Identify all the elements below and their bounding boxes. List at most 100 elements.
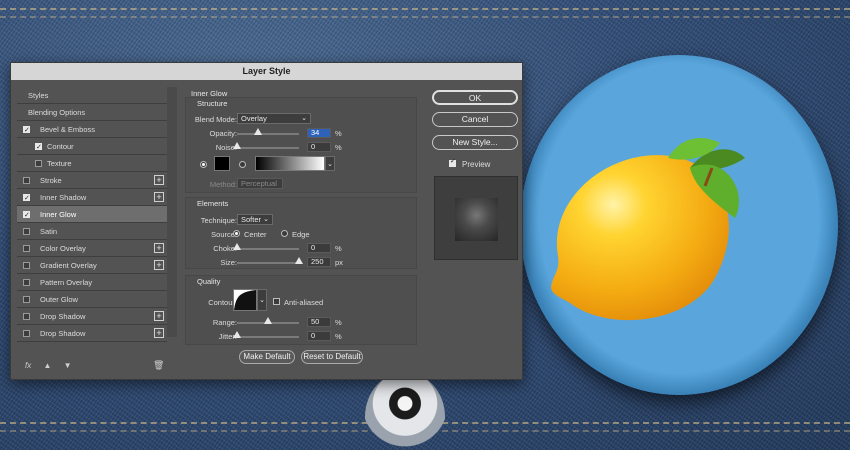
opacity-slider[interactable] [237, 128, 299, 135]
range-field[interactable]: 50 [307, 317, 331, 327]
noise-slider-thumb[interactable] [233, 142, 241, 149]
anti-aliased-label: Anti-aliased [284, 298, 324, 307]
style-item-outer-glow[interactable]: Outer Glow [17, 291, 167, 308]
style-checkbox[interactable] [23, 207, 30, 224]
new-style-button[interactable]: New Style... [432, 135, 518, 150]
opacity-field[interactable]: 34 [307, 128, 331, 138]
preview-label: Preview [462, 160, 491, 169]
add-effect-icon[interactable]: + [154, 175, 164, 185]
style-item-label: Blending Options [28, 108, 86, 117]
fx-icon[interactable]: fx [25, 361, 31, 370]
elements-title: Elements [197, 199, 229, 208]
source-edge-radio[interactable] [281, 230, 288, 237]
style-checkbox[interactable] [23, 190, 30, 207]
styles-list: Styles Blending Options Bevel & Emboss Cont… [17, 87, 167, 342]
choke-slider[interactable] [233, 243, 299, 250]
style-item-satin[interactable]: Satin [17, 223, 167, 240]
style-item-styles[interactable]: Styles [17, 87, 167, 104]
cancel-button[interactable]: Cancel [432, 112, 518, 127]
blend-mode-label: Blend Mode: [194, 115, 237, 124]
preview-swatch [455, 198, 498, 241]
style-item-inner-shadow[interactable]: Inner Shadow + [17, 189, 167, 207]
range-slider-thumb[interactable] [264, 317, 272, 324]
technique-select[interactable]: Softer ⌄ [237, 214, 273, 225]
source-center-radio[interactable] [233, 230, 240, 237]
jitter-field[interactable]: 0 [307, 331, 331, 341]
chevron-down-icon: ⌄ [327, 161, 333, 168]
chevron-down-icon: ⌄ [301, 115, 307, 122]
source-label: Source: [211, 230, 237, 239]
style-item-contour[interactable]: Contour [17, 138, 167, 156]
style-checkbox[interactable] [23, 296, 30, 303]
style-checkbox[interactable] [23, 279, 30, 286]
style-item-drop-shadow[interactable]: Drop Shadow + [17, 325, 167, 342]
blend-mode-select[interactable]: Overlay ⌄ [237, 113, 311, 124]
contour-picker[interactable]: ⌄ [257, 289, 267, 311]
style-item-drop-shadow[interactable]: Drop Shadow + [17, 308, 167, 325]
choke-slider-thumb[interactable] [233, 243, 241, 250]
add-effect-icon[interactable]: + [154, 243, 164, 253]
preview-checkbox[interactable] [449, 157, 456, 167]
anti-aliased-checkbox[interactable] [273, 298, 280, 305]
move-up-icon[interactable]: ▲ [43, 361, 51, 370]
percent-unit: % [335, 143, 342, 152]
quality-title: Quality [197, 277, 221, 286]
trash-icon[interactable]: 🗑 [153, 360, 164, 371]
styles-list-scrollbar[interactable] [167, 87, 177, 337]
style-item-inner-glow[interactable]: Inner Glow [17, 206, 167, 224]
add-effect-icon[interactable]: + [154, 328, 164, 338]
size-slider-thumb[interactable] [295, 257, 303, 264]
style-item-gradient-overlay[interactable]: Gradient Overlay + [17, 257, 167, 274]
add-effect-icon[interactable]: + [154, 192, 164, 202]
jitter-slider[interactable] [233, 331, 299, 338]
size-label: Size: [220, 258, 237, 267]
style-checkbox[interactable] [35, 160, 42, 167]
style-checkbox[interactable] [23, 177, 30, 184]
style-item-label: Color Overlay [40, 244, 86, 253]
noise-label: Noise: [215, 143, 237, 152]
style-checkbox[interactable] [23, 313, 30, 320]
solid-color-radio[interactable] [200, 161, 207, 168]
noise-slider[interactable] [233, 142, 299, 149]
style-item-texture[interactable]: Texture [17, 155, 167, 172]
style-checkbox[interactable] [23, 330, 30, 337]
style-checkbox[interactable] [23, 262, 30, 269]
jitter-label: Jitter: [218, 332, 237, 341]
add-effect-icon[interactable]: + [154, 311, 164, 321]
style-item-color-overlay[interactable]: Color Overlay + [17, 240, 167, 257]
style-item-bevel-emboss[interactable]: Bevel & Emboss [17, 121, 167, 139]
percent-unit: % [335, 318, 342, 327]
style-checkbox[interactable] [23, 122, 30, 139]
style-preview [434, 176, 518, 260]
opacity-slider-thumb[interactable] [254, 128, 263, 135]
style-checkbox[interactable] [23, 245, 30, 252]
gradient-picker[interactable]: ⌄ [325, 156, 335, 171]
contour-preview[interactable] [233, 289, 257, 311]
percent-unit: % [335, 332, 342, 341]
glow-color-swatch[interactable] [214, 156, 230, 171]
add-effect-icon[interactable]: + [154, 260, 164, 270]
size-field[interactable]: 250 [307, 257, 331, 267]
style-item-blending-options[interactable]: Blending Options [17, 104, 167, 121]
range-slider[interactable] [237, 317, 299, 324]
method-select: Perceptual [237, 178, 283, 189]
technique-value: Softer [241, 215, 262, 224]
gradient-radio[interactable] [239, 161, 246, 168]
jitter-slider-thumb[interactable] [233, 331, 241, 338]
ok-button[interactable]: OK [432, 90, 518, 105]
style-item-label: Pattern Overlay [40, 278, 93, 287]
move-down-icon[interactable]: ▼ [64, 361, 72, 370]
noise-field[interactable]: 0 [307, 142, 331, 152]
size-slider[interactable] [237, 257, 303, 264]
style-item-stroke[interactable]: Stroke + [17, 172, 167, 189]
opacity-label: Opacity: [209, 129, 237, 138]
choke-field[interactable]: 0 [307, 243, 331, 253]
style-item-label: Styles [28, 91, 49, 100]
style-checkbox[interactable] [23, 228, 30, 235]
reset-default-button[interactable]: Reset to Default [301, 350, 363, 364]
gradient-swatch[interactable] [255, 156, 325, 171]
px-unit: px [335, 258, 343, 267]
style-checkbox[interactable] [35, 139, 42, 156]
make-default-button[interactable]: Make Default [239, 350, 295, 364]
style-item-pattern-overlay[interactable]: Pattern Overlay [17, 274, 167, 291]
